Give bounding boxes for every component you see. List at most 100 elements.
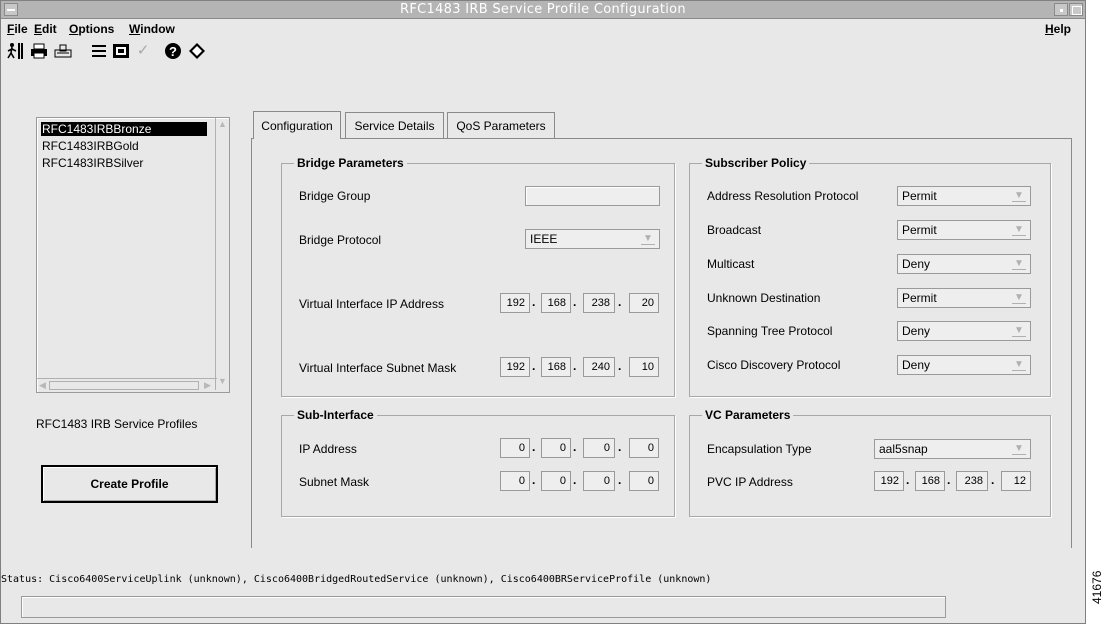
dropdown-value: Permit	[902, 189, 937, 203]
dropdown-arrow-icon: ▼	[1012, 292, 1026, 304]
policy-dropdown[interactable]: Permit ▼	[897, 288, 1031, 308]
window-title: RFC1483 IRB Service Profile Configuratio…	[400, 2, 686, 17]
dropdown-value: Permit	[902, 291, 937, 305]
menu-window[interactable]: Window	[129, 22, 175, 36]
subif-mask-octet[interactable]: 0	[629, 471, 659, 491]
policy-dropdown[interactable]: Permit ▼	[897, 220, 1031, 240]
policy-label: Broadcast	[707, 223, 762, 237]
horizontal-scrollbar[interactable]: ◀ ▶	[37, 378, 217, 392]
dropdown-arrow-icon: ▼	[641, 233, 655, 245]
policy-label: Spanning Tree Protocol	[707, 324, 833, 338]
menu-bar: File Edit Options Window Help	[1, 20, 1085, 40]
vi-ip-label: Virtual Interface IP Address	[299, 297, 444, 311]
check-icon[interactable]: ✓	[133, 42, 153, 60]
subif-ip-octet[interactable]: 0	[629, 438, 659, 458]
profile-item[interactable]: RFC1483IRBGold	[41, 139, 207, 153]
tab-qos-parameters[interactable]: QoS Parameters	[447, 112, 555, 138]
dropdown-value: Permit	[902, 223, 937, 237]
exit-icon[interactable]	[5, 42, 25, 60]
bridge-protocol-dropdown[interactable]: IEEE ▼	[525, 229, 660, 249]
vi-mask-octet[interactable]: 192	[500, 357, 530, 377]
ip-dot: .	[947, 473, 951, 487]
dropdown-arrow-icon: ▼	[1012, 224, 1026, 236]
profile-item[interactable]: RFC1483IRBSilver	[41, 156, 207, 170]
ip-dot: .	[573, 473, 577, 487]
pvc-ip-octet[interactable]: 168	[915, 471, 945, 491]
scroll-right-icon[interactable]: ▶	[204, 380, 211, 391]
subif-mask-octet[interactable]: 0	[500, 471, 530, 491]
dropdown-value: Deny	[902, 324, 931, 338]
scroll-thumb[interactable]	[49, 381, 199, 390]
menu-options[interactable]: Options	[69, 22, 114, 36]
subif-ip-octet[interactable]: 0	[500, 438, 530, 458]
ip-dot: .	[532, 295, 536, 309]
menu-help[interactable]: Help	[1045, 22, 1071, 36]
vi-ip-octet[interactable]: 192	[500, 293, 530, 313]
dropdown-value: Deny	[902, 257, 931, 271]
main-window: RFC1483 IRB Service Profile Configuratio…	[0, 0, 1086, 624]
menu-edit[interactable]: Edit	[34, 22, 57, 36]
ip-dot: .	[573, 440, 577, 454]
properties-icon[interactable]	[111, 42, 131, 60]
ip-dot: .	[618, 440, 622, 454]
ip-dot: .	[991, 473, 995, 487]
ip-dot: .	[618, 295, 622, 309]
maximize-icon[interactable]	[1069, 3, 1083, 16]
vi-mask-octet[interactable]: 240	[583, 357, 615, 377]
vertical-scrollbar[interactable]: ▲ ▼	[215, 118, 229, 390]
minimize-icon[interactable]	[1054, 3, 1068, 16]
scroll-left-icon[interactable]: ◀	[39, 380, 46, 391]
ip-dot: .	[618, 359, 622, 373]
subif-ip-octet[interactable]: 0	[541, 438, 571, 458]
ip-dot: .	[532, 473, 536, 487]
policy-dropdown[interactable]: Deny ▼	[897, 254, 1031, 274]
print-icon[interactable]	[29, 42, 49, 60]
policy-dropdown[interactable]: Permit ▼	[897, 186, 1031, 206]
vi-mask-octet[interactable]: 168	[541, 357, 571, 377]
subif-ip-octet[interactable]: 0	[583, 438, 615, 458]
title-bar: RFC1483 IRB Service Profile Configuratio…	[1, 1, 1085, 19]
ip-dot: .	[532, 440, 536, 454]
profile-item[interactable]: RFC1483IRBBronze	[41, 122, 207, 136]
encapsulation-dropdown[interactable]: aal5snap ▼	[874, 439, 1031, 459]
pvc-ip-label: PVC IP Address	[707, 475, 793, 489]
dropdown-value: aal5snap	[879, 442, 928, 456]
dropdown-arrow-icon: ▼	[1012, 443, 1026, 455]
vi-mask-octet[interactable]: 10	[629, 357, 659, 377]
vi-ip-octet[interactable]: 168	[541, 293, 571, 313]
scroll-down-icon[interactable]: ▼	[218, 376, 227, 386]
vi-mask-label: Virtual Interface Subnet Mask	[299, 361, 457, 375]
bridge-group-field[interactable]	[525, 186, 660, 206]
pvc-ip-octet[interactable]: 238	[956, 471, 988, 491]
vc-parameters-group: VC Parameters	[689, 408, 1051, 517]
encapsulation-label: Encapsulation Type	[707, 442, 812, 456]
pvc-ip-octet[interactable]: 12	[1001, 471, 1031, 491]
print-preview-icon[interactable]	[53, 42, 73, 60]
ip-dot: .	[573, 359, 577, 373]
subif-mask-octet[interactable]: 0	[541, 471, 571, 491]
profile-list[interactable]: RFC1483IRBBronze RFC1483IRBGold RFC1483I…	[36, 117, 230, 393]
subif-ip-label: IP Address	[299, 442, 357, 456]
scroll-up-icon[interactable]: ▲	[218, 119, 227, 129]
policy-dropdown[interactable]: Deny ▼	[897, 355, 1031, 375]
create-profile-button[interactable]: Create Profile	[41, 465, 218, 503]
dropdown-arrow-icon: ▼	[1012, 359, 1026, 371]
tab-configuration[interactable]: Configuration	[253, 111, 341, 139]
sub-interface-group: Sub-Interface	[281, 408, 675, 517]
profile-list-label: RFC1483 IRB Service Profiles	[36, 417, 198, 431]
group-title: Bridge Parameters	[294, 156, 407, 170]
dropdown-arrow-icon: ▼	[1012, 325, 1026, 337]
vi-ip-octet[interactable]: 20	[629, 293, 659, 313]
help-icon[interactable]: ?	[163, 42, 183, 60]
policy-label: Cisco Discovery Protocol	[707, 358, 841, 372]
pvc-ip-octet[interactable]: 192	[874, 471, 904, 491]
menu-file[interactable]: File	[7, 22, 28, 36]
list-icon[interactable]	[89, 42, 109, 60]
policy-dropdown[interactable]: Deny ▼	[897, 321, 1031, 341]
tab-service-details[interactable]: Service Details	[345, 112, 444, 138]
diamond-icon[interactable]	[187, 42, 207, 60]
group-title: Sub-Interface	[294, 408, 377, 422]
subif-mask-octet[interactable]: 0	[583, 471, 615, 491]
svg-text:?: ?	[169, 44, 177, 59]
vi-ip-octet[interactable]: 238	[583, 293, 615, 313]
